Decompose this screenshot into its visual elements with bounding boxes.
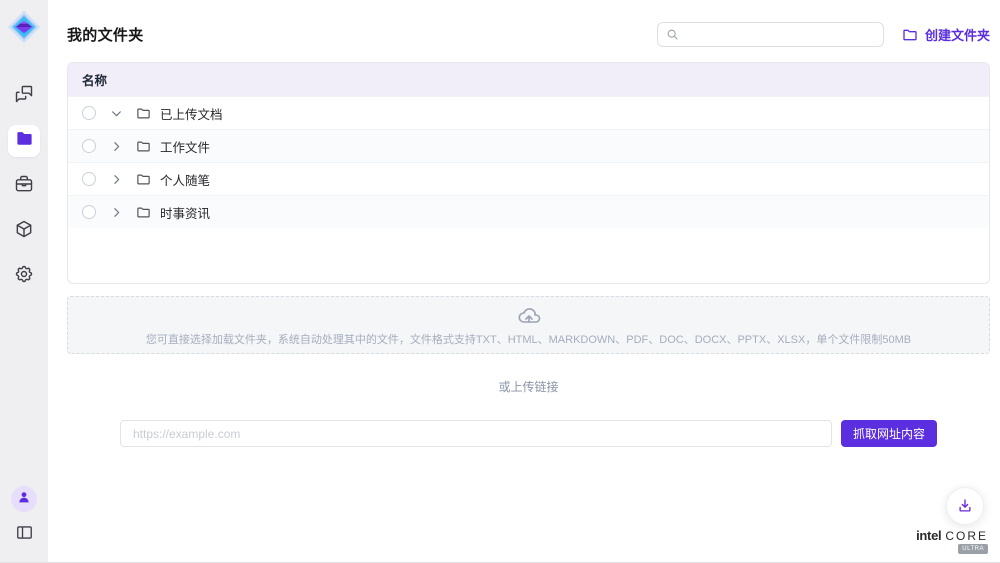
person-icon xyxy=(16,489,32,510)
cube-icon xyxy=(14,219,34,244)
download-fab-button[interactable] xyxy=(946,487,984,525)
intel-core-ultra-logo: intel core ultra xyxy=(916,528,988,554)
create-folder-button[interactable]: 创建文件夹 xyxy=(902,25,990,44)
collapse-panel-button[interactable] xyxy=(11,522,37,548)
sidebar-item-settings[interactable] xyxy=(8,260,40,292)
row-checkbox[interactable] xyxy=(82,172,96,186)
panel-layout-icon xyxy=(15,523,34,547)
chevron-right-icon[interactable] xyxy=(109,172,123,186)
folder-icon xyxy=(136,106,151,121)
briefcase-icon xyxy=(14,174,34,199)
folder-plus-icon xyxy=(902,27,918,43)
folder-icon xyxy=(136,139,151,154)
upload-hint: 您可直接选择加载文件夹，系统自动处理其中的文件，文件格式支持TXT、HTML、M… xyxy=(146,331,911,347)
download-icon xyxy=(956,497,974,515)
gear-icon xyxy=(14,264,34,289)
search-icon xyxy=(666,28,679,41)
chevron-down-icon[interactable] xyxy=(109,106,123,120)
search-input[interactable] xyxy=(685,28,875,42)
sidebar-item-models[interactable] xyxy=(8,215,40,247)
table-row[interactable]: 时事资讯 xyxy=(68,195,989,228)
folder-icon xyxy=(136,205,151,220)
sidebar-item-chat[interactable] xyxy=(8,80,40,112)
table-row[interactable]: 已上传文档 xyxy=(68,96,989,129)
folder-name-label: 工作文件 xyxy=(160,137,210,156)
core-wordmark: core xyxy=(945,529,988,543)
intel-wordmark: intel xyxy=(916,528,941,543)
folder-rows: 已上传文档 工作文件 个人随笔 xyxy=(68,96,989,228)
row-checkbox[interactable] xyxy=(82,139,96,153)
chevron-right-icon[interactable] xyxy=(109,139,123,153)
row-checkbox[interactable] xyxy=(82,205,96,219)
fetch-url-button[interactable]: 抓取网址内容 xyxy=(841,420,937,447)
table-row[interactable]: 工作文件 xyxy=(68,129,989,162)
sidebar-item-folders[interactable] xyxy=(8,125,40,157)
folder-name-label: 个人随笔 xyxy=(160,170,210,189)
chevron-right-icon[interactable] xyxy=(109,205,123,219)
url-upload-row: 抓取网址内容 xyxy=(67,420,990,447)
folder-name-label: 时事资讯 xyxy=(160,203,210,222)
ultra-badge: ultra xyxy=(958,544,988,554)
app-logo-icon xyxy=(5,8,43,46)
folder-icon xyxy=(136,172,151,187)
chat-icon xyxy=(14,84,34,109)
url-input[interactable] xyxy=(120,420,832,447)
cloud-upload-icon xyxy=(517,304,541,328)
topbar: 我的文件夹 创建文件夹 xyxy=(67,21,990,48)
table-row[interactable]: 个人随笔 xyxy=(68,162,989,195)
user-avatar[interactable] xyxy=(11,486,37,512)
search-box xyxy=(657,22,884,47)
table-header-name: 名称 xyxy=(68,63,989,96)
folder-table: 名称 已上传文档 工作文件 xyxy=(67,62,990,284)
page-title: 我的文件夹 xyxy=(67,24,144,45)
upload-dropzone[interactable]: 您可直接选择加载文件夹，系统自动处理其中的文件，文件格式支持TXT、HTML、M… xyxy=(67,296,990,354)
sidebar-nav xyxy=(8,80,40,292)
sidebar xyxy=(0,0,48,562)
create-folder-label: 创建文件夹 xyxy=(925,25,990,44)
or-upload-link-label: 或上传链接 xyxy=(67,378,990,395)
sidebar-item-workspace[interactable] xyxy=(8,170,40,202)
row-checkbox[interactable] xyxy=(82,106,96,120)
main-content: 我的文件夹 创建文件夹 名称 xyxy=(48,0,1000,562)
folder-filled-icon xyxy=(15,129,34,153)
folder-name-label: 已上传文档 xyxy=(160,104,223,123)
